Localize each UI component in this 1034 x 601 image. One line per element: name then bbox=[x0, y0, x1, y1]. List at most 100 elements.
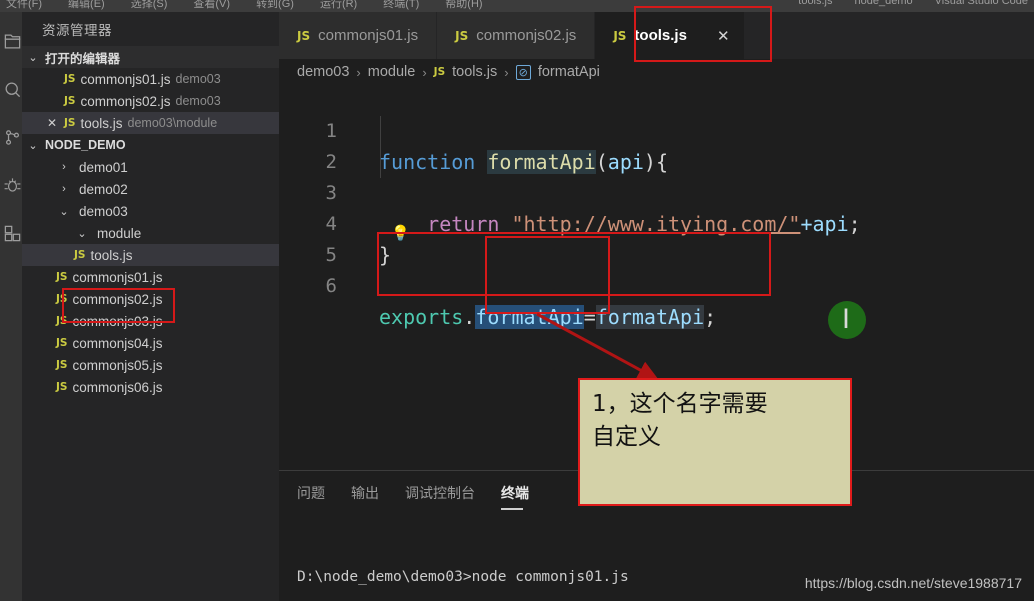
tab-label: commonjs01.js bbox=[318, 27, 419, 44]
tree-folder-module[interactable]: ⌄ module bbox=[22, 222, 279, 244]
window-title-app: Visual Studio Code bbox=[934, 0, 1028, 7]
chevron-down-icon[interactable]: ⌄ bbox=[25, 51, 41, 64]
file-tree: › demo01 › demo02 ⌄ demo03 ⌄ module JS tools.js JS… bbox=[22, 156, 279, 398]
extensions-icon[interactable] bbox=[1, 222, 23, 244]
js-file-icon: JS bbox=[74, 249, 86, 261]
editor-tab-bar[interactable]: JS commonjs01.js JS commonjs02.js JS too… bbox=[279, 12, 1034, 59]
tree-file-commonjs01-js[interactable]: JS commonjs01.js bbox=[22, 266, 279, 288]
watermark: https://blog.csdn.net/steve1988717 bbox=[804, 575, 1022, 591]
tree-item-label: demo01 bbox=[79, 159, 128, 175]
source-control-icon[interactable] bbox=[1, 126, 23, 148]
js-file-icon: JS bbox=[64, 73, 76, 85]
activity-bar[interactable] bbox=[0, 12, 22, 601]
tree-item-label: commonjs05.js bbox=[72, 357, 163, 373]
window-title-right: tools.js node_demo Visual Studio Code bbox=[798, 0, 1028, 7]
explorer-title: 资源管理器 bbox=[42, 23, 112, 38]
js-file-icon: JS bbox=[56, 271, 68, 283]
window-title-folder: node_demo bbox=[854, 0, 913, 7]
menu-item-run[interactable]: 运行(R) bbox=[320, 0, 357, 11]
breadcrumb[interactable]: demo03 › module › JS tools.js › ⊘ format… bbox=[279, 59, 1034, 85]
chevron-down-icon[interactable]: ⌄ bbox=[56, 205, 72, 218]
menu-item-edit[interactable]: 编辑(E) bbox=[68, 0, 105, 11]
section-open-editors-label: 打开的编辑器 bbox=[45, 51, 121, 66]
panel-tab-problems[interactable]: 问题 bbox=[297, 483, 325, 503]
close-icon[interactable]: ✕ bbox=[45, 116, 59, 130]
chevron-right-icon[interactable]: › bbox=[56, 161, 72, 173]
js-file-icon: JS bbox=[64, 117, 76, 129]
tree-item-label: tools.js bbox=[90, 247, 133, 263]
code-line-2[interactable]: 2 bbox=[279, 116, 1034, 173]
chevron-right-icon: › bbox=[356, 64, 361, 80]
tree-item-label: commonjs04.js bbox=[72, 335, 163, 351]
chevron-right-icon[interactable]: › bbox=[56, 183, 72, 195]
run-debug-icon[interactable] bbox=[1, 174, 23, 196]
tree-folder-demo03[interactable]: ⌄ demo03 bbox=[22, 200, 279, 222]
js-file-icon: JS bbox=[56, 337, 68, 349]
open-editor-path: demo03 bbox=[175, 94, 221, 108]
menu-item-help[interactable]: 帮助(H) bbox=[445, 0, 482, 11]
menu-item-select[interactable]: 选择(S) bbox=[131, 0, 168, 11]
chevron-right-icon: › bbox=[504, 64, 509, 80]
panel-tab-terminal[interactable]: 终端 bbox=[501, 483, 529, 510]
menu-item-goto[interactable]: 转到(G) bbox=[256, 0, 294, 11]
text-cursor-icon: I bbox=[842, 304, 850, 335]
js-file-icon: JS bbox=[613, 28, 627, 43]
tree-item-label: demo03 bbox=[79, 203, 128, 219]
js-file-icon: JS bbox=[56, 293, 68, 305]
breadcrumb-formatapi[interactable]: formatApi bbox=[538, 64, 600, 80]
annotation-note-line2: 自定义 bbox=[592, 424, 661, 450]
tree-file-commonjs03-js[interactable]: JS commonjs03.js bbox=[22, 310, 279, 332]
section-open-editors[interactable]: ⌄ 打开的编辑器 bbox=[22, 46, 279, 68]
open-editor-name: tools.js bbox=[80, 115, 123, 131]
section-node-demo[interactable]: ⌄ NODE_DEMO bbox=[22, 134, 279, 156]
menu-item-file[interactable]: 文件(F) bbox=[6, 0, 42, 11]
panel-tab-bar[interactable]: 问题 输出 调试控制台 终端 bbox=[297, 483, 529, 510]
js-file-icon: JS bbox=[297, 28, 311, 43]
tree-folder-demo02[interactable]: › demo02 bbox=[22, 178, 279, 200]
tab-commonjs02-js[interactable]: JS commonjs02.js bbox=[437, 12, 596, 59]
annotation-note-line1: 1，这个名字需要 bbox=[592, 391, 768, 417]
menu-bar-items[interactable]: 文件(F) 编辑(E) 选择(S) 查看(V) 转到(G) 运行(R) 终端(T… bbox=[0, 0, 483, 11]
tree-folder-demo01[interactable]: › demo01 bbox=[22, 156, 279, 178]
chevron-down-icon[interactable]: ⌄ bbox=[74, 227, 90, 240]
menu-item-view[interactable]: 查看(V) bbox=[193, 0, 230, 11]
open-editor-commonjs02[interactable]: JS commonjs02.js demo03 bbox=[22, 90, 279, 112]
tree-file-commonjs02-js[interactable]: JS commonjs02.js bbox=[22, 288, 279, 310]
annotation-note: 1，这个名字需要 自定义 bbox=[578, 378, 852, 506]
sidebar-explorer: 资源管理器 ⌄ 打开的编辑器 JS commonjs01.js demo03 J… bbox=[22, 12, 279, 601]
chevron-down-icon[interactable]: ⌄ bbox=[25, 139, 41, 152]
files-explorer-icon[interactable] bbox=[1, 30, 23, 52]
tab-tools-js[interactable]: JS tools.js ✕ bbox=[595, 12, 745, 59]
search-icon[interactable] bbox=[1, 78, 23, 100]
menu-bar[interactable]: 文件(F) 编辑(E) 选择(S) 查看(V) 转到(G) 运行(R) 终端(T… bbox=[0, 0, 1034, 12]
tree-file-commonjs05-js[interactable]: JS commonjs05.js bbox=[22, 354, 279, 376]
chevron-right-icon: › bbox=[422, 64, 427, 80]
tree-file-tools-js[interactable]: JS tools.js bbox=[22, 244, 279, 266]
open-editor-commonjs01[interactable]: JS commonjs01.js demo03 bbox=[22, 68, 279, 90]
tab-label: commonjs02.js bbox=[476, 27, 577, 44]
tree-file-commonjs06-js[interactable]: JS commonjs06.js bbox=[22, 376, 279, 398]
breadcrumb-module[interactable]: module bbox=[368, 64, 416, 80]
tree-item-label: module bbox=[97, 225, 142, 241]
code-line-6[interactable]: 6 exports.formatApi=formatApi; bbox=[279, 240, 1034, 329]
tree-file-commonjs04-js[interactable]: JS commonjs04.js bbox=[22, 332, 279, 354]
js-file-icon: JS bbox=[56, 359, 68, 371]
js-file-icon: JS bbox=[455, 28, 469, 43]
breadcrumb-demo03[interactable]: demo03 bbox=[297, 64, 349, 80]
close-icon[interactable]: ✕ bbox=[717, 27, 730, 45]
open-editor-tools[interactable]: ✕ JS tools.js demo03\module bbox=[22, 112, 279, 134]
tab-commonjs01-js[interactable]: JS commonjs01.js bbox=[279, 12, 438, 59]
code-line-3[interactable]: 3 return "http://www.itying.com/"+api; bbox=[279, 147, 1034, 236]
section-node-demo-label: NODE_DEMO bbox=[45, 138, 126, 152]
panel-tab-output[interactable]: 输出 bbox=[351, 483, 379, 503]
tree-item-label: commonjs06.js bbox=[72, 379, 163, 395]
code-line-5[interactable]: 5 bbox=[279, 209, 1034, 266]
code-line-4[interactable]: 4 } bbox=[279, 178, 1034, 267]
open-editor-path: demo03 bbox=[175, 72, 221, 86]
panel-tab-debug-console[interactable]: 调试控制台 bbox=[405, 483, 475, 503]
tree-item-label: demo02 bbox=[79, 181, 128, 197]
menu-item-terminal[interactable]: 终端(T) bbox=[383, 0, 419, 11]
breadcrumb-tools-js[interactable]: tools.js bbox=[452, 64, 497, 80]
code-line-1[interactable]: 1 function formatApi(api){ bbox=[279, 85, 1034, 174]
tab-label: tools.js bbox=[634, 27, 687, 44]
